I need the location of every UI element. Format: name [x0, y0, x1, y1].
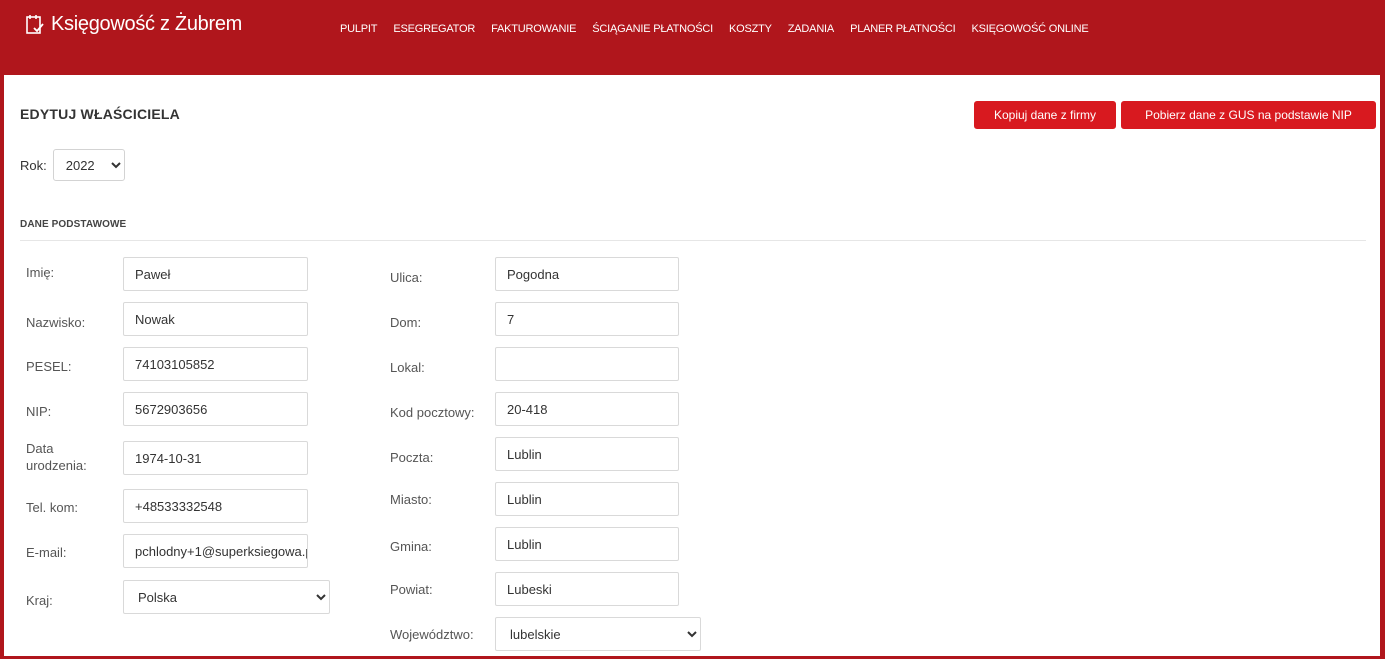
email-field[interactable]	[123, 534, 308, 568]
flat-field[interactable]	[495, 347, 679, 381]
nav-item-zadania[interactable]: ZADANIA	[788, 23, 834, 35]
post-office-field[interactable]	[495, 437, 679, 471]
post-office-label: Poczta:	[390, 450, 434, 465]
first-name-label: Imię:	[26, 265, 55, 280]
last-name-field[interactable]	[123, 302, 308, 336]
postal-code-label: Kod pocztowy:	[390, 405, 475, 420]
nav-item-ksiegowosc-online[interactable]: KSIĘGOWOŚĆ ONLINE	[971, 23, 1088, 35]
nip-field[interactable]	[123, 392, 308, 426]
nip-label: NIP:	[26, 404, 52, 419]
section-divider	[20, 240, 1366, 241]
street-label: Ulica:	[390, 270, 423, 285]
fetch-gus-data-button[interactable]: Pobierz dane z GUS na podstawie NIP	[1121, 101, 1376, 129]
pesel-label: PESEL:	[26, 359, 72, 374]
country-select[interactable]: Polska	[123, 580, 330, 614]
county-field[interactable]	[495, 572, 679, 606]
copy-company-data-button[interactable]: Kopiuj dane z firmy	[974, 101, 1116, 129]
commune-field[interactable]	[495, 527, 679, 561]
nav-item-fakturowanie[interactable]: FAKTUROWANIE	[491, 23, 576, 35]
house-field[interactable]	[495, 302, 679, 336]
nav-item-esegregator[interactable]: ESEGREGATOR	[393, 23, 475, 35]
first-name-field[interactable]	[123, 257, 308, 291]
app-title: Księgowość z Żubrem	[51, 13, 243, 35]
birth-date-field[interactable]	[123, 441, 308, 475]
nav-item-sciaganie-platnosci[interactable]: ŚCIĄGANIE PŁATNOŚCI	[592, 23, 713, 35]
section-title: DANE PODSTAWOWE	[20, 219, 127, 230]
country-label: Kraj:	[26, 593, 53, 608]
nav-item-planer-platnosci[interactable]: PLANER PŁATNOŚCI	[850, 23, 956, 35]
nav-item-pulpit[interactable]: PULPIT	[340, 23, 378, 35]
pesel-field[interactable]	[123, 347, 308, 381]
birth-date-label: Data urodzenia:	[26, 440, 87, 474]
flat-label: Lokal:	[390, 360, 425, 375]
birth-date-label-line1: Data	[26, 441, 54, 456]
phone-label: Tel. kom:	[26, 500, 79, 515]
postal-code-field[interactable]	[495, 392, 679, 426]
city-field[interactable]	[495, 482, 679, 516]
top-navbar: Księgowość z Żubrem PULPIT ESEGREGATOR F…	[0, 0, 1385, 75]
last-name-label: Nazwisko:	[26, 315, 86, 330]
house-label: Dom:	[390, 315, 422, 330]
nav-item-koszty[interactable]: KOSZTY	[729, 23, 772, 35]
year-select[interactable]: 2022	[52, 149, 125, 181]
birth-date-label-line2: urodzenia:	[26, 458, 87, 473]
phone-field[interactable]	[123, 489, 308, 523]
voivodeship-label: Województwo:	[390, 627, 474, 642]
main-nav: PULPIT ESEGREGATOR FAKTUROWANIE ŚCIĄGANI…	[340, 23, 1104, 35]
content-panel: EDYTUJ WŁAŚCICIELA Kopiuj dane z firmy P…	[4, 75, 1380, 656]
email-label: E-mail:	[26, 545, 67, 560]
page-title: EDYTUJ WŁAŚCICIELA	[20, 106, 180, 122]
voivodeship-select[interactable]: lubelskie	[495, 617, 701, 651]
year-row: Rok: 2022	[20, 149, 125, 181]
street-field[interactable]	[495, 257, 679, 291]
city-label: Miasto:	[390, 492, 432, 507]
document-check-icon	[26, 14, 44, 34]
year-label: Rok:	[20, 157, 47, 173]
app-logo[interactable]: Księgowość z Żubrem	[25, 13, 242, 36]
commune-label: Gmina:	[390, 539, 432, 554]
county-label: Powiat:	[390, 582, 433, 597]
